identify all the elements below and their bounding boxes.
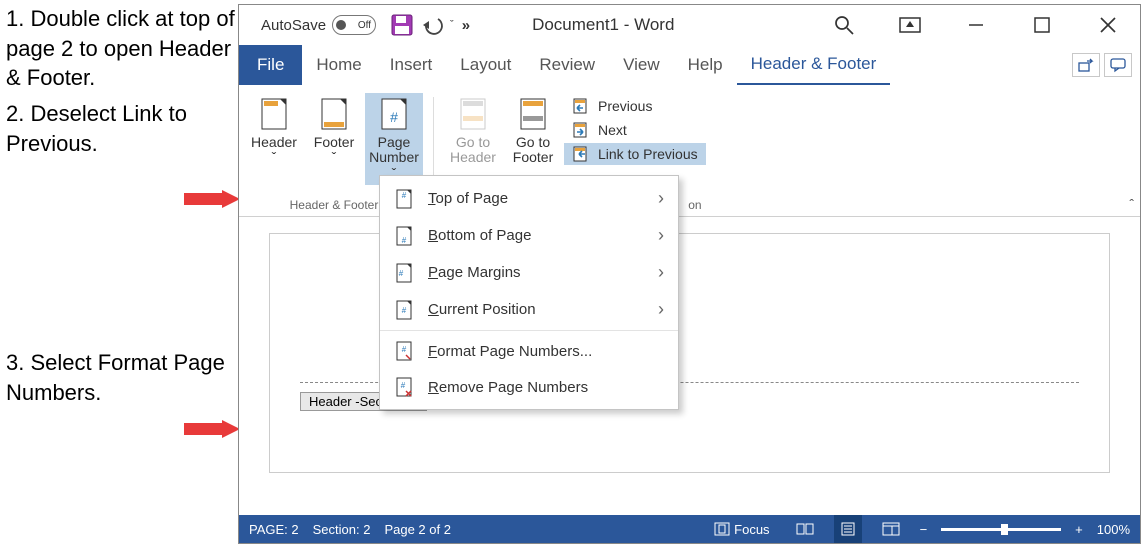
close-button[interactable] [1090,7,1126,43]
collapse-ribbon-icon[interactable]: ˆ [1129,196,1134,212]
save-icon[interactable] [388,11,416,39]
instruction-step-2: 2. Deselect Link to Previous. [6,99,236,158]
minimize-button[interactable] [958,7,994,43]
page-number-icon: # [379,97,409,131]
svg-text:#: # [402,236,407,245]
group-label-hf: Header & Footer [290,198,379,216]
titlebar: AutoSave Off ˇ » Document1 - Word [239,5,1140,45]
ribbon: Headerˇ Footerˇ # Page Number ˇ Header &… [239,85,1140,217]
menu-separator [380,330,678,331]
document-title: Document1 - Word [532,15,674,35]
autosave-label: AutoSave [261,17,326,34]
status-page[interactable]: PAGE: 2 [249,522,299,537]
menu-page-margins[interactable]: # Page Margins › [380,254,678,291]
chevron-right-icon: › [658,225,664,246]
header-icon [259,97,289,131]
next-button[interactable]: Next [564,119,706,141]
tab-insert[interactable]: Insert [376,45,447,85]
tab-help[interactable]: Help [674,45,737,85]
instruction-step-1: 1. Double click at top of page 2 to open… [6,4,236,93]
maximize-button[interactable] [1024,7,1060,43]
link-to-previous-button[interactable]: Link to Previous [564,143,706,165]
status-bar: PAGE: 2 Section: 2 Page 2 of 2 Focus − +… [239,515,1140,543]
go-to-footer-button[interactable]: Go to Footer [504,93,562,170]
autosave-control[interactable]: AutoSave Off [261,15,376,35]
go-to-header-button: Go to Header [444,93,502,170]
menu-remove-page-numbers[interactable]: # Remove Page Numbers [380,369,678,405]
menu-current-position[interactable]: # Current Position › [380,291,678,328]
more-commands-icon[interactable]: » [462,17,472,34]
page-number-dropdown: # Top of Page › # Bottom of Page › # Pag… [379,175,679,410]
page-icon: # [394,226,414,246]
instruction-step-3: 3. Select Format Page Numbers. [6,348,236,407]
svg-text:#: # [399,269,404,278]
document-area[interactable]: Header -Section 2- [239,217,1140,515]
chevron-right-icon: › [658,299,664,320]
remove-icon: # [394,377,414,397]
link-to-previous-icon [572,145,592,163]
arrow-1 [184,190,240,208]
tab-bar: File Home Insert Layout Review View Help… [239,45,1140,85]
caret-icon: ˇ [332,149,337,165]
svg-text:#: # [402,191,407,200]
tab-home[interactable]: Home [302,45,375,85]
separator [433,97,434,183]
svg-text:#: # [401,381,406,390]
page-icon: # [394,189,414,209]
svg-text:#: # [402,345,407,354]
tab-file[interactable]: File [239,45,302,85]
next-icon [572,121,592,139]
caret-icon: ˇ [272,149,277,165]
previous-icon [572,97,592,115]
footer-icon [319,97,349,131]
format-icon: # [394,341,414,361]
go-to-footer-icon [518,97,548,131]
web-layout-button[interactable] [876,515,906,543]
share-button[interactable] [1072,53,1100,77]
page-icon: # [394,263,414,283]
undo-caret-icon: ˇ [450,19,454,31]
chevron-right-icon: › [658,262,664,283]
ribbon-display-icon[interactable] [892,7,928,43]
comments-button[interactable] [1104,53,1132,77]
tab-layout[interactable]: Layout [446,45,525,85]
status-section[interactable]: Section: 2 [313,522,371,537]
zoom-out-button[interactable]: − [920,522,928,537]
page-number-button[interactable]: # Page Number ˇ [365,93,423,185]
tab-view[interactable]: View [609,45,674,85]
menu-top-of-page[interactable]: # Top of Page › [380,180,678,217]
previous-button[interactable]: Previous [564,95,706,117]
search-icon[interactable] [826,7,862,43]
zoom-slider[interactable] [941,528,1061,531]
arrow-2 [184,420,240,438]
group-label-nav: on [688,198,705,216]
menu-bottom-of-page[interactable]: # Bottom of Page › [380,217,678,254]
instruction-panel: 1. Double click at top of page 2 to open… [6,4,236,414]
svg-text:#: # [402,306,407,315]
autosave-toggle[interactable]: Off [332,15,376,35]
focus-mode-button[interactable]: Focus [708,515,775,543]
footer-button[interactable]: Footerˇ [305,93,363,170]
go-to-header-icon [458,97,488,131]
word-window: AutoSave Off ˇ » Document1 - Word [238,4,1141,544]
page-icon: # [394,300,414,320]
undo-button[interactable]: ˇ [422,15,454,35]
chevron-right-icon: › [658,188,664,209]
header-button[interactable]: Headerˇ [245,93,303,170]
print-layout-button[interactable] [834,515,862,543]
status-page-of[interactable]: Page 2 of 2 [384,522,451,537]
zoom-in-button[interactable]: + [1075,522,1083,537]
zoom-level[interactable]: 100% [1097,522,1130,537]
svg-text:#: # [390,109,398,125]
tab-review[interactable]: Review [525,45,609,85]
tab-header-footer[interactable]: Header & Footer [737,45,891,85]
read-mode-button[interactable] [790,515,820,543]
menu-format-page-numbers[interactable]: # Format Page Numbers... [380,333,678,369]
